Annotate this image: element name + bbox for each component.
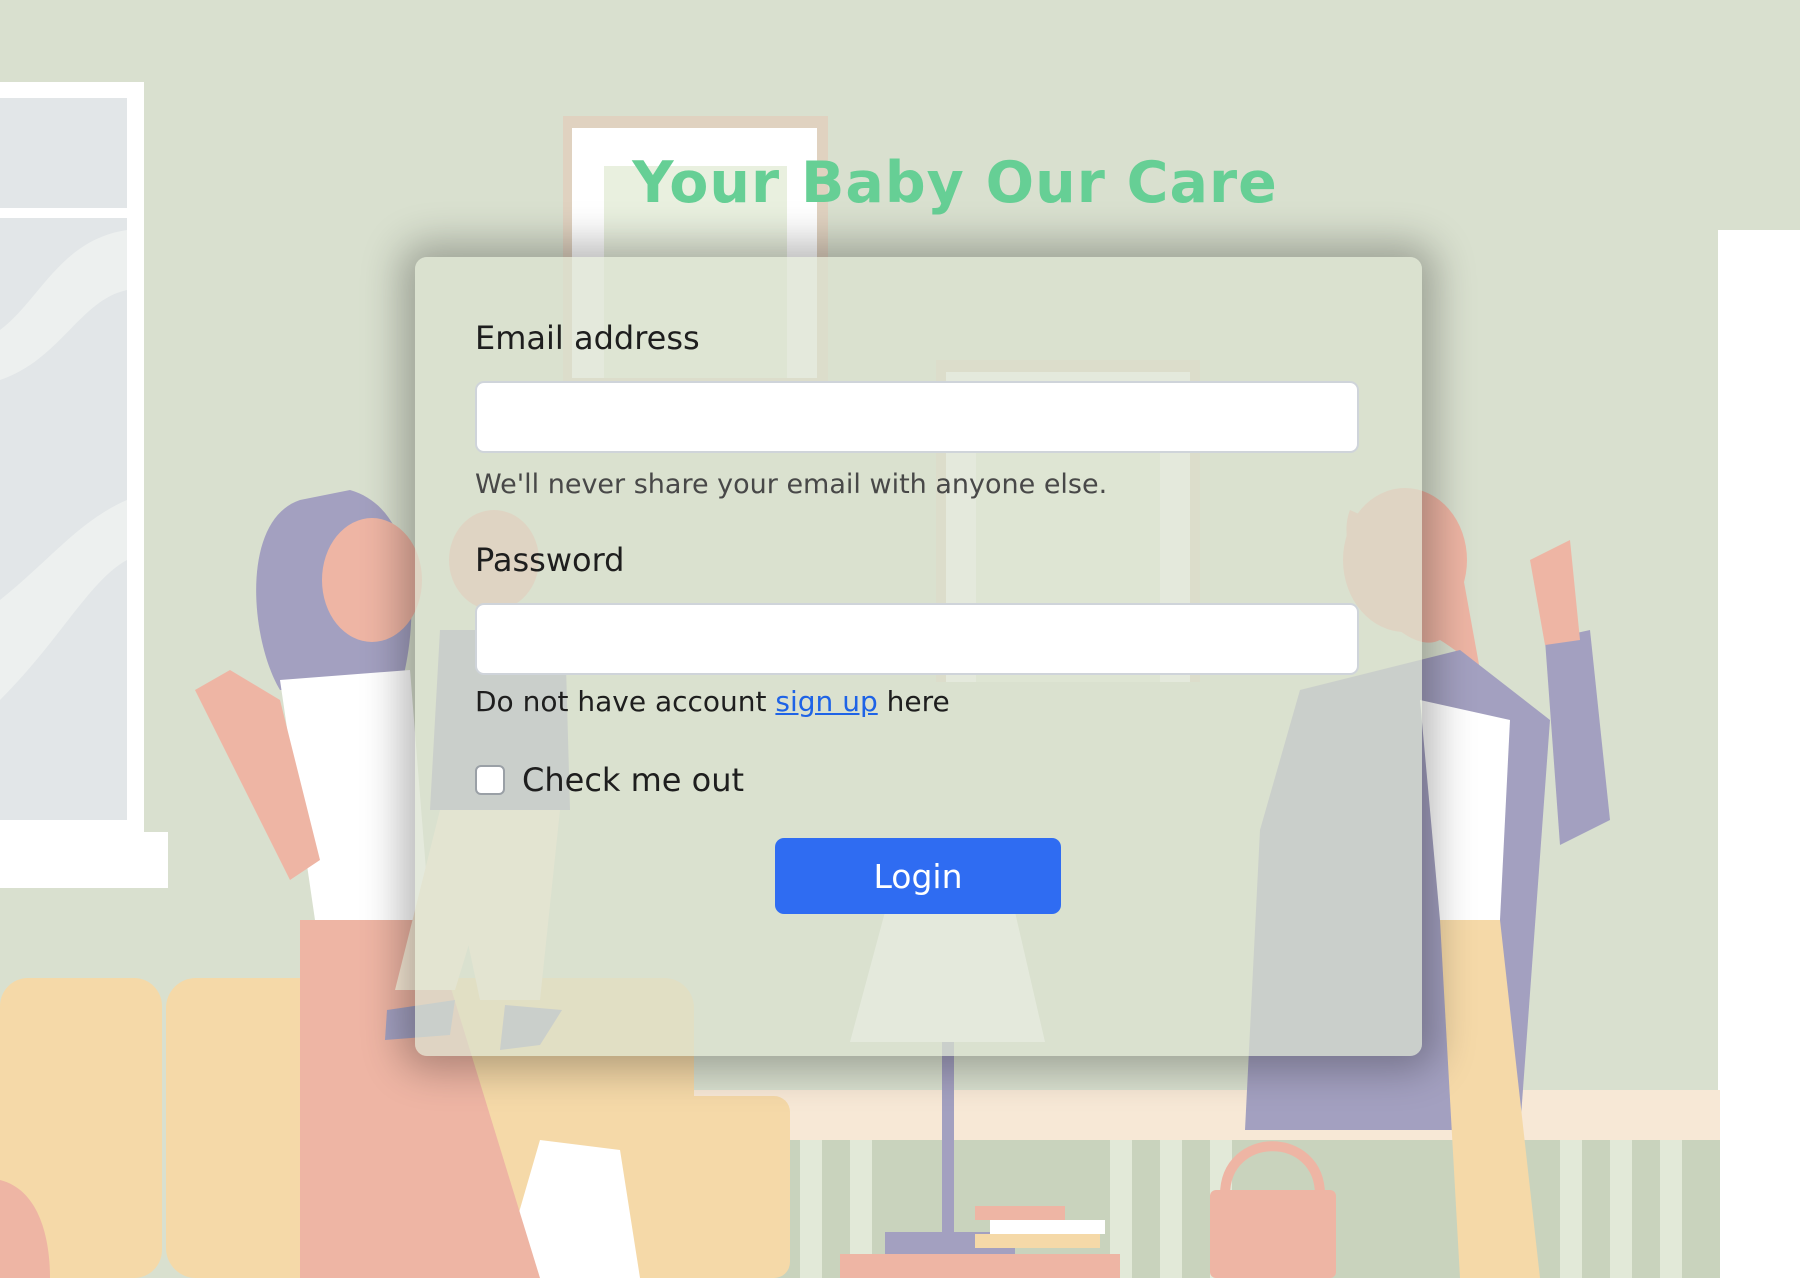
email-help-text: We'll never share your email with anyone… xyxy=(475,469,1108,500)
email-label: Email address xyxy=(475,319,700,357)
signup-prefix-text: Do not have account xyxy=(475,685,767,718)
remember-checkbox-label[interactable]: Check me out xyxy=(522,761,744,799)
login-button[interactable]: Login xyxy=(775,838,1061,914)
password-label: Password xyxy=(475,541,625,579)
remember-checkbox[interactable] xyxy=(475,765,505,795)
signup-prompt: Do not have account sign up here xyxy=(475,685,950,718)
email-field[interactable] xyxy=(475,381,1359,453)
signup-link[interactable]: sign up xyxy=(775,685,877,718)
password-field[interactable] xyxy=(475,603,1359,675)
login-card: Email address We'll never share your ema… xyxy=(415,257,1422,1056)
page-title: Your Baby Our Care xyxy=(632,150,1278,216)
signup-suffix-text: here xyxy=(886,685,950,718)
door-illustration xyxy=(1718,230,1800,1278)
